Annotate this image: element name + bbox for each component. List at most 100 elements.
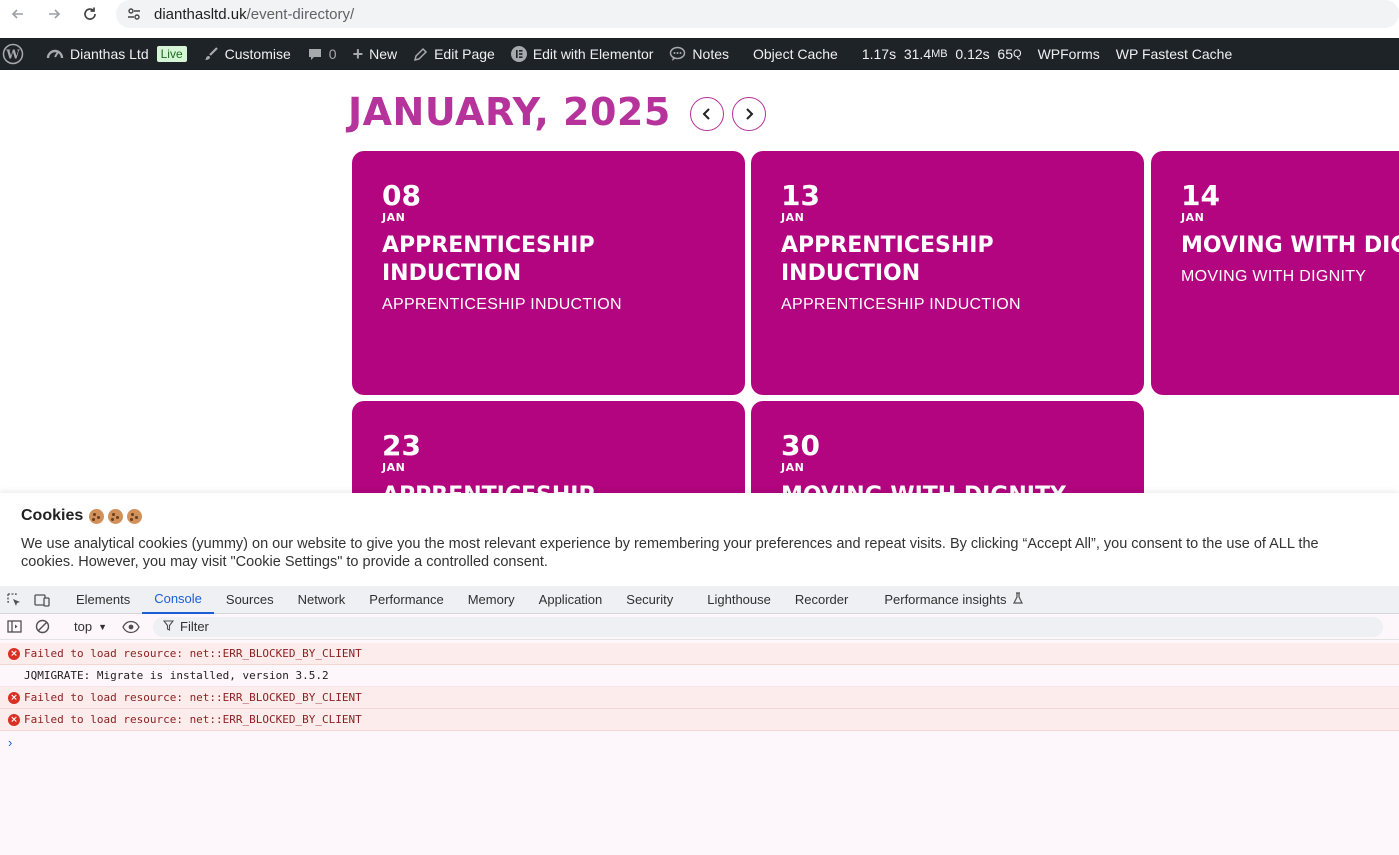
console-prompt[interactable]: › bbox=[0, 731, 1399, 753]
reload-icon bbox=[84, 7, 96, 20]
console-output: × Failed to load resource: net::ERR_BLOC… bbox=[0, 640, 1399, 753]
event-card[interactable]: 13 JAN APPRENTICESHIP INDUCTION APPRENTI… bbox=[751, 151, 1144, 395]
tab-performance[interactable]: Performance bbox=[357, 586, 455, 614]
cookie-text: We use analytical cookies (yummy) on our… bbox=[21, 536, 1319, 570]
tab-network[interactable]: Network bbox=[286, 586, 358, 614]
tab-performance-insights[interactable]: Performance insights bbox=[872, 586, 1036, 614]
next-month-button[interactable] bbox=[732, 97, 766, 131]
event-title: APPRENTICESHIP INDUCTION bbox=[382, 233, 595, 286]
event-card[interactable]: 30 JAN MOVING WITH DIGNITY bbox=[751, 401, 1144, 493]
console-message-text: Failed to load resource: net::ERR_BLOCKE… bbox=[24, 691, 362, 704]
cookie-banner: Cookies We use analytical cookies (yummy… bbox=[0, 493, 1399, 586]
live-badge: Live bbox=[156, 46, 187, 62]
cookie-icon bbox=[127, 508, 143, 524]
inspect-element-icon[interactable] bbox=[0, 586, 28, 614]
clear-console-icon[interactable] bbox=[28, 613, 56, 641]
forward-button[interactable] bbox=[36, 0, 72, 28]
notes-button[interactable]: Notes bbox=[661, 38, 737, 70]
site-name-menu[interactable]: Dianthas Ltd Live bbox=[38, 38, 195, 70]
event-month: JAN bbox=[1181, 211, 1205, 224]
console-message-error: × Failed to load resource: net::ERR_BLOC… bbox=[0, 709, 1399, 731]
url-host: dianthasltd.uk bbox=[154, 5, 247, 23]
edit-page-label: Edit Page bbox=[434, 46, 495, 62]
error-icon: × bbox=[8, 713, 20, 726]
event-day: 08 bbox=[382, 179, 421, 212]
tab-memory[interactable]: Memory bbox=[456, 586, 527, 614]
new-content-button[interactable]: + New bbox=[345, 38, 406, 70]
chevron-left-icon bbox=[702, 108, 710, 120]
query-monitor-button[interactable]: 1.17s 31.4 MB 0.12s 65 Q bbox=[854, 38, 1030, 70]
context-selector[interactable]: top ▼ bbox=[68, 619, 113, 634]
reload-button[interactable] bbox=[72, 0, 108, 28]
event-subtitle: APPRENTICESHIP INDUCTION bbox=[382, 296, 622, 313]
object-cache-button[interactable]: Object Cache bbox=[745, 38, 846, 70]
tab-application[interactable]: Application bbox=[527, 586, 615, 614]
console-toolbar: top ▼ Filter bbox=[0, 614, 1399, 640]
tab-console[interactable]: Console bbox=[142, 586, 214, 614]
event-title: APPRENTICESHIP INDUCTION bbox=[781, 233, 994, 286]
site-settings-icon[interactable] bbox=[124, 4, 144, 24]
tab-performance-insights-label: Performance insights bbox=[884, 592, 1007, 607]
perf-time: 1.17s bbox=[861, 46, 897, 62]
device-toolbar-icon[interactable] bbox=[28, 586, 56, 614]
event-day: 13 bbox=[781, 179, 820, 212]
event-month: JAN bbox=[781, 461, 805, 474]
fastest-cache-label: WP Fastest Cache bbox=[1115, 46, 1233, 62]
wordpress-logo-button[interactable]: W bbox=[0, 38, 32, 70]
month-title: JANUARY, 2025 bbox=[348, 90, 671, 134]
object-cache-label: Object Cache bbox=[753, 46, 838, 62]
back-button[interactable] bbox=[0, 0, 36, 28]
console-filter-input[interactable]: Filter bbox=[153, 616, 1383, 637]
arrow-right-icon bbox=[49, 9, 61, 19]
perf-queries-value: 65 bbox=[997, 46, 1013, 62]
eye-icon[interactable] bbox=[117, 613, 145, 641]
cookie-title: Cookies bbox=[21, 507, 1378, 525]
paintbrush-icon bbox=[203, 46, 219, 62]
tab-security[interactable]: Security bbox=[614, 586, 685, 614]
event-card[interactable]: 14 JAN MOVING WITH DIGNITY MOVING WITH D… bbox=[1151, 151, 1399, 395]
cookie-title-text: Cookies bbox=[21, 507, 84, 524]
customise-button[interactable]: Customise bbox=[195, 38, 299, 70]
error-icon: × bbox=[8, 691, 20, 704]
sidebar-toggle-icon[interactable] bbox=[0, 613, 28, 641]
elementor-icon bbox=[510, 46, 527, 62]
wp-admin-bar: W Dianthas Ltd Live Customise 0 + New Ed… bbox=[0, 38, 1399, 70]
tab-elements[interactable]: Elements bbox=[64, 586, 142, 614]
flask-icon bbox=[1012, 592, 1024, 607]
dashboard-icon bbox=[46, 46, 64, 62]
event-title: MOVING WITH DIGNITY bbox=[1181, 233, 1399, 258]
event-directory-page: JANUARY, 2025 08 JAN APPRENTICESHIP INDU… bbox=[0, 70, 1399, 493]
event-day: 14 bbox=[1181, 179, 1220, 212]
address-bar[interactable]: dianthasltd.uk/event-directory/ bbox=[116, 0, 1399, 28]
wpforms-button[interactable]: WPForms bbox=[1030, 38, 1108, 70]
perf-queries-unit: Q bbox=[1013, 48, 1022, 60]
notes-label: Notes bbox=[692, 46, 729, 62]
customise-label: Customise bbox=[224, 46, 291, 62]
event-title: MOVING WITH DIGNITY bbox=[781, 482, 1114, 493]
event-card[interactable]: 08 JAN APPRENTICESHIP INDUCTION APPRENTI… bbox=[352, 151, 745, 395]
event-title: APPRENTICESHIP bbox=[382, 482, 715, 493]
tab-lighthouse[interactable]: Lighthouse bbox=[695, 586, 783, 614]
perf-mem-unit: MB bbox=[931, 48, 948, 60]
comments-button[interactable]: 0 bbox=[299, 38, 345, 70]
edit-with-elementor-button[interactable]: Edit with Elementor bbox=[503, 38, 662, 70]
event-day: 30 bbox=[781, 429, 820, 462]
devtools-panel: Elements Console Sources Network Perform… bbox=[0, 586, 1399, 855]
filter-placeholder: Filter bbox=[180, 619, 209, 634]
tab-recorder[interactable]: Recorder bbox=[783, 586, 860, 614]
url-path: /event-directory/ bbox=[246, 5, 355, 23]
edit-elementor-label: Edit with Elementor bbox=[532, 46, 654, 62]
prompt-chevron-icon: › bbox=[8, 734, 13, 750]
wp-fastest-cache-button[interactable]: WP Fastest Cache bbox=[1108, 38, 1240, 70]
event-card[interactable]: 23 JAN APPRENTICESHIP bbox=[352, 401, 745, 493]
event-subtitle: MOVING WITH DIGNITY bbox=[1181, 268, 1367, 285]
perf-query-time: 0.12s bbox=[955, 46, 990, 62]
comments-count: 0 bbox=[328, 46, 337, 62]
comment-icon bbox=[307, 46, 323, 62]
wpforms-label: WPForms bbox=[1037, 46, 1100, 62]
tab-sources[interactable]: Sources bbox=[214, 586, 286, 614]
event-month: JAN bbox=[781, 211, 805, 224]
event-day: 23 bbox=[382, 429, 421, 462]
previous-month-button[interactable] bbox=[690, 97, 724, 131]
edit-page-button[interactable]: Edit Page bbox=[405, 38, 503, 70]
